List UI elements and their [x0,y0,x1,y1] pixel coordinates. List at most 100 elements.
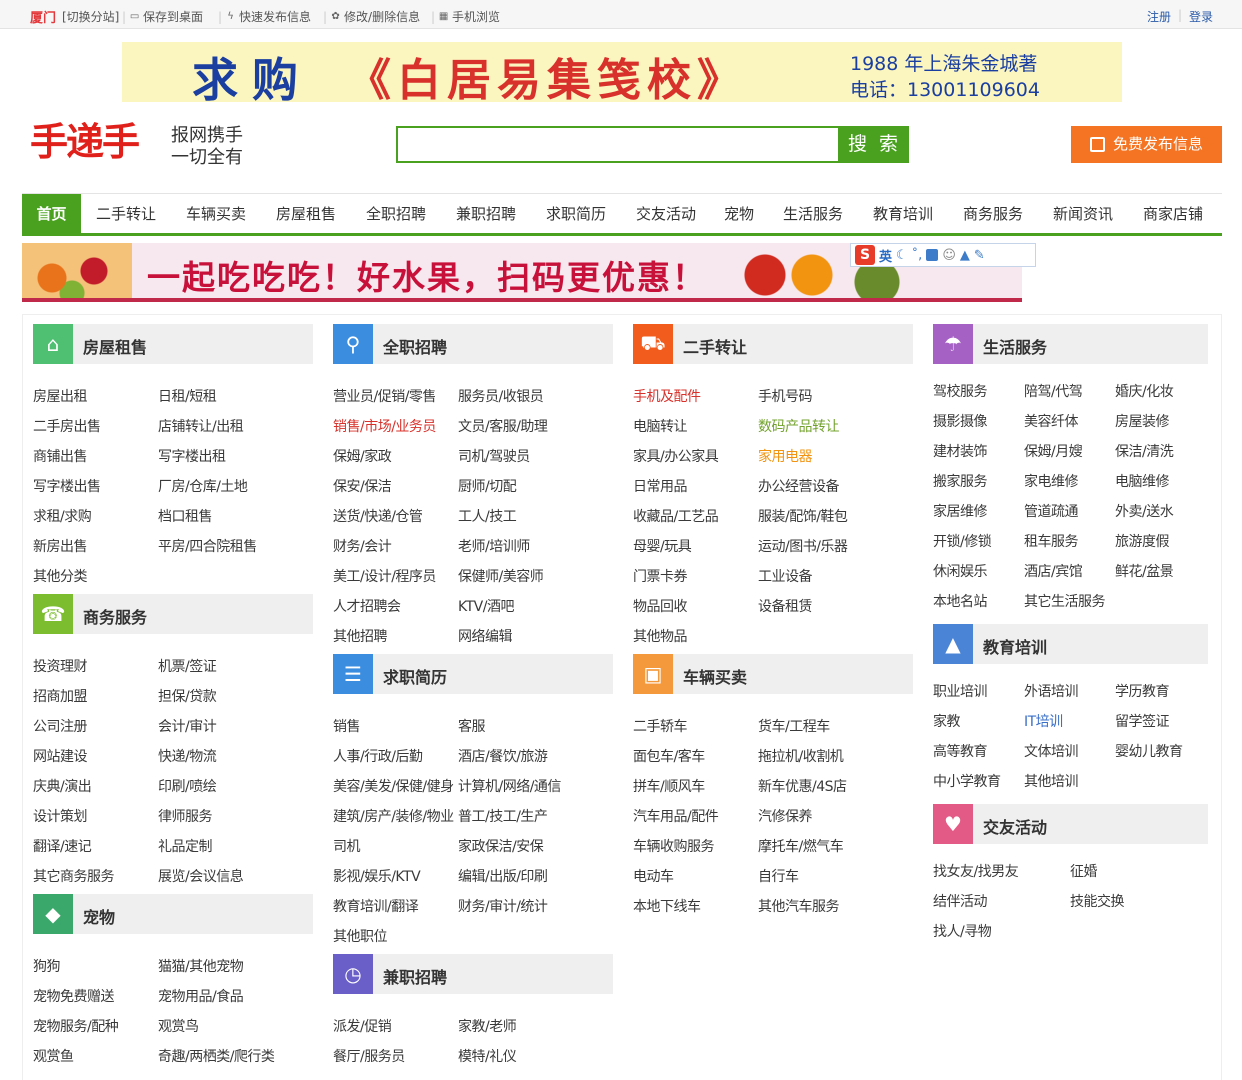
category-link[interactable]: 其它生活服务 [1024,591,1106,611]
category-link[interactable]: 美工/设计/程序员 [333,566,436,586]
category-link[interactable]: 律师服务 [158,806,213,826]
category-link[interactable]: 印刷/喷绘 [158,776,217,796]
category-link[interactable]: 婴幼儿教育 [1115,741,1183,761]
category-link[interactable]: 司机/驾驶员 [458,446,530,466]
category-link[interactable]: 留学签证 [1115,711,1170,731]
category-header-pet[interactable]: ◆ 宠物 [33,894,313,934]
category-link[interactable]: 其他招聘 [333,626,388,646]
category-link[interactable]: 保姆/家政 [333,446,392,466]
category-link[interactable]: 二手房出售 [33,416,101,436]
category-link[interactable]: 建筑/房产/装修/物业 [333,806,454,826]
category-link[interactable]: 酒店/餐饮/旅游 [458,746,548,766]
category-link[interactable]: 普工/技工/生产 [458,806,548,826]
category-link[interactable]: 车辆收购服务 [633,836,715,856]
category-link[interactable]: 求租/求购 [33,506,92,526]
category-link[interactable]: 服装/配饰/鞋包 [758,506,848,526]
category-link[interactable]: 营业员/促销/零售 [333,386,436,406]
category-link[interactable]: 建材装饰 [933,441,988,461]
category-link[interactable]: 汽车用品/配件 [633,806,719,826]
nav-home[interactable]: 首页 [22,194,81,234]
category-link[interactable]: 翻译/速记 [33,836,92,856]
category-link[interactable]: 家教/老师 [458,1016,517,1036]
category-header-house[interactable]: ⌂ 房屋租售 [33,324,313,364]
category-link[interactable]: 宠物免费赠送 [33,986,115,1006]
category-link[interactable]: 教育培训/翻译 [333,896,419,916]
category-link[interactable]: 家电维修 [1024,471,1079,491]
category-link[interactable]: 面包车/客车 [633,746,705,766]
category-link[interactable]: 招商加盟 [33,686,88,706]
category-link[interactable]: 其他职位 [333,926,388,946]
ime-language[interactable]: 英 [879,246,892,265]
category-link[interactable]: 编辑/出版/印刷 [458,866,548,886]
nav-shops[interactable]: 商家店铺 [1133,194,1213,234]
punctuation-icon[interactable]: ˚, [912,248,923,263]
category-link[interactable]: 影视/娱乐/KTV [333,866,421,886]
category-header-dating[interactable]: ♥ 交友活动 [933,804,1208,844]
nav-house[interactable]: 房屋租售 [266,194,346,234]
category-link[interactable]: 摄影摄像 [933,411,988,431]
category-link[interactable]: 二手轿车 [633,716,688,736]
category-link[interactable]: 拼车/顺风车 [633,776,705,796]
category-header-vehicle[interactable]: ▣ 车辆买卖 [633,654,913,694]
nav-secondhand[interactable]: 二手转让 [86,194,166,234]
login-link[interactable]: 登录 [1189,8,1213,25]
category-link[interactable]: 保健师/美容师 [458,566,544,586]
category-link[interactable]: 手机号码 [758,386,813,406]
category-link[interactable]: 保洁/清洗 [1115,441,1174,461]
category-link[interactable]: 旅游度假 [1115,531,1170,551]
category-link[interactable]: 手机及配件 [633,386,701,406]
category-link[interactable]: 餐厅/服务员 [333,1046,405,1066]
category-link[interactable]: 网络编辑 [458,626,513,646]
nav-resume[interactable]: 求职简历 [536,194,616,234]
category-link[interactable]: 礼品定制 [158,836,213,856]
category-link[interactable]: 家教 [933,711,961,731]
category-link[interactable]: 庆典/演出 [33,776,92,796]
category-link[interactable]: 本地下线车 [633,896,701,916]
category-link[interactable]: 保安/保洁 [333,476,392,496]
switch-city-link[interactable]: [切换分站] [62,8,119,25]
category-link[interactable]: 平房/四合院租售 [158,536,257,556]
category-link[interactable]: 职业培训 [933,681,988,701]
category-link[interactable]: 老师/培训师 [458,536,530,556]
category-link[interactable]: 宠物用品/食品 [158,986,244,1006]
register-link[interactable]: 注册 [1147,8,1171,25]
skin-icon[interactable]: ▲ [960,248,970,263]
category-link[interactable]: 会计/审计 [158,716,217,736]
nav-life[interactable]: 生活服务 [773,194,853,234]
category-link[interactable]: 观赏鸟 [158,1016,199,1036]
category-link[interactable]: 猫猫/其他宠物 [158,956,244,976]
category-link[interactable]: 管道疏通 [1024,501,1079,521]
category-link[interactable]: 模特/礼仪 [458,1046,517,1066]
category-link[interactable]: 结伴活动 [933,891,988,911]
edit-delete-link[interactable]: | ✿ 修改/删除信息 [323,8,420,25]
moon-icon[interactable]: ☾ [896,248,908,263]
category-link[interactable]: 技能交换 [1070,891,1125,911]
category-link[interactable]: 汽修保养 [758,806,813,826]
category-link[interactable]: 机票/签证 [158,656,217,676]
category-link[interactable]: 本地名站 [933,591,988,611]
category-link[interactable]: 家具/办公家具 [633,446,719,466]
nav-news[interactable]: 新闻资讯 [1043,194,1123,234]
ad-banner-book[interactable]: 求购 《白居易集笺校》 1988 年上海朱金城著 电话：13001109604 [122,42,1122,102]
category-link[interactable]: 新车优惠/4S店 [758,776,847,796]
category-link[interactable]: 家政保洁/安保 [458,836,544,856]
category-link[interactable]: 文体培训 [1024,741,1079,761]
category-link[interactable]: 运动/图书/乐器 [758,536,848,556]
category-link[interactable]: 狗狗 [33,956,61,976]
free-post-button[interactable]: 免费发布信息 [1071,126,1222,163]
category-link[interactable]: 日租/短租 [158,386,217,406]
category-link[interactable]: 送货/快递/仓管 [333,506,423,526]
category-link[interactable]: 设计策划 [33,806,88,826]
category-link[interactable]: 司机 [333,836,361,856]
nav-education[interactable]: 教育培训 [863,194,943,234]
category-link[interactable]: 外语培训 [1024,681,1079,701]
category-link[interactable]: 店铺转让/出租 [158,416,244,436]
category-link[interactable]: 其他物品 [633,626,688,646]
search-input[interactable] [396,126,840,163]
wrench-icon[interactable]: ✎ [974,248,985,263]
category-link[interactable]: 家用电器 [758,446,813,466]
category-link[interactable]: 文员/客服/助理 [458,416,548,436]
category-link[interactable]: 物品回收 [633,596,688,616]
category-link[interactable]: 房屋装修 [1115,411,1170,431]
category-header-fulltime[interactable]: ⚲ 全职招聘 [333,324,613,364]
